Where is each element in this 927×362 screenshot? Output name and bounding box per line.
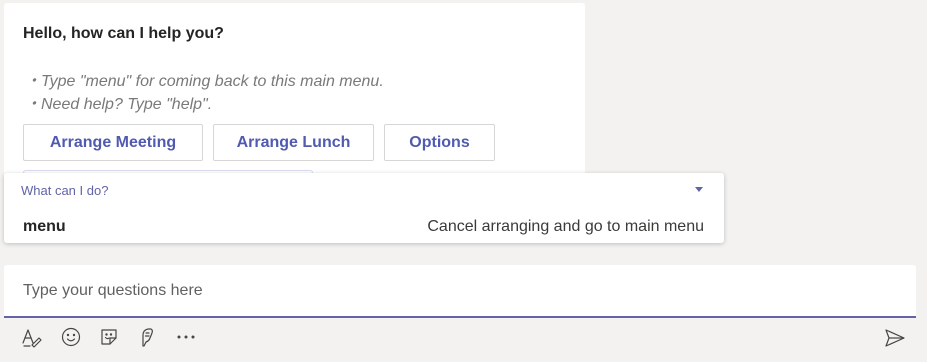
instruction-help: ・Need help? Type "help". (25, 96, 213, 113)
send-icon[interactable] (884, 327, 906, 349)
bot-message-card: Hello, how can I help you? ・Type "menu" … (4, 3, 585, 182)
card-title: Hello, how can I help you? (23, 25, 224, 42)
emoji-icon[interactable] (60, 326, 82, 348)
sticker-icon[interactable] (98, 326, 120, 348)
instruction-menu: ・Type "menu" for coming back to this mai… (25, 73, 384, 90)
popup-header: What can I do? (21, 183, 109, 198)
card-instructions: ・Type "menu" for coming back to this mai… (25, 70, 384, 116)
praise-icon[interactable] (136, 326, 158, 348)
arrange-meeting-button[interactable]: Arrange Meeting (23, 124, 203, 161)
suggestion-command: menu (23, 218, 66, 235)
suggestion-item-menu[interactable]: menu Cancel arranging and go to main men… (4, 213, 724, 241)
options-button[interactable]: Options (384, 124, 495, 161)
format-icon[interactable] (21, 326, 43, 348)
more-options-icon[interactable] (175, 326, 197, 348)
command-suggestions-popup: What can I do? menu Cancel arranging and… (4, 173, 724, 243)
caret-down-icon[interactable] (695, 187, 703, 192)
message-input[interactable] (4, 265, 916, 316)
compose-box (4, 265, 916, 318)
arrange-lunch-button[interactable]: Arrange Lunch (213, 124, 374, 161)
suggestion-description: Cancel arranging and go to main menu (427, 218, 704, 235)
